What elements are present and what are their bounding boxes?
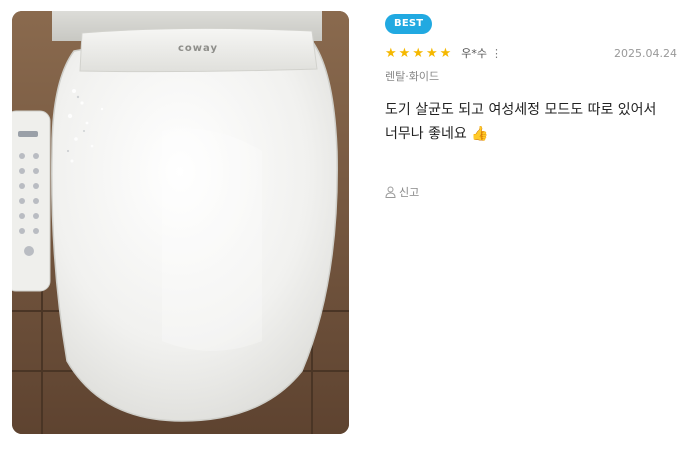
review-text-line: 너무나 좋네요 👍 (385, 126, 489, 142)
review-text: 도기 살균도 되고 여성세정 모드도 따로 있어서 너무나 좋네요 👍 (385, 98, 677, 146)
star-rating: ★ ★ ★ ★ ★ (385, 47, 451, 60)
star-icon: ★ (385, 45, 397, 61)
star-icon: ★ (412, 45, 424, 61)
report-user-icon (385, 186, 396, 198)
star-icon: ★ (398, 45, 411, 61)
star-icon: ★ (425, 45, 438, 61)
review-details: BEST ★ ★ ★ ★ ★ 우*수 ⋮ 2025.04.24 렌탈·화이드 도… (385, 11, 677, 200)
best-badge: BEST (385, 14, 433, 34)
star-icon: ★ (439, 45, 452, 61)
review-card: coway BEST ★ ★ ★ ★ ★ 우*수 ⋮ 2025.04.24 렌탈… (0, 0, 691, 451)
brand-logo-text: coway (178, 43, 218, 54)
report-label: 신고 (399, 186, 420, 199)
review-photo[interactable]: coway (12, 11, 349, 434)
report-button[interactable]: 신고 (385, 184, 677, 200)
purchase-option: 렌탈·화이드 (385, 70, 440, 83)
review-text-line: 도기 살균도 되고 여성세정 모드도 따로 있어서 (385, 102, 657, 118)
bidet-photo-image (12, 11, 349, 434)
review-meta: ★ ★ ★ ★ ★ 우*수 ⋮ 2025.04.24 (385, 44, 677, 62)
review-date: 2025.04.24 (614, 46, 677, 60)
more-options-icon[interactable]: ⋮ (491, 47, 502, 60)
reviewer-name: 우*수 (461, 47, 488, 60)
